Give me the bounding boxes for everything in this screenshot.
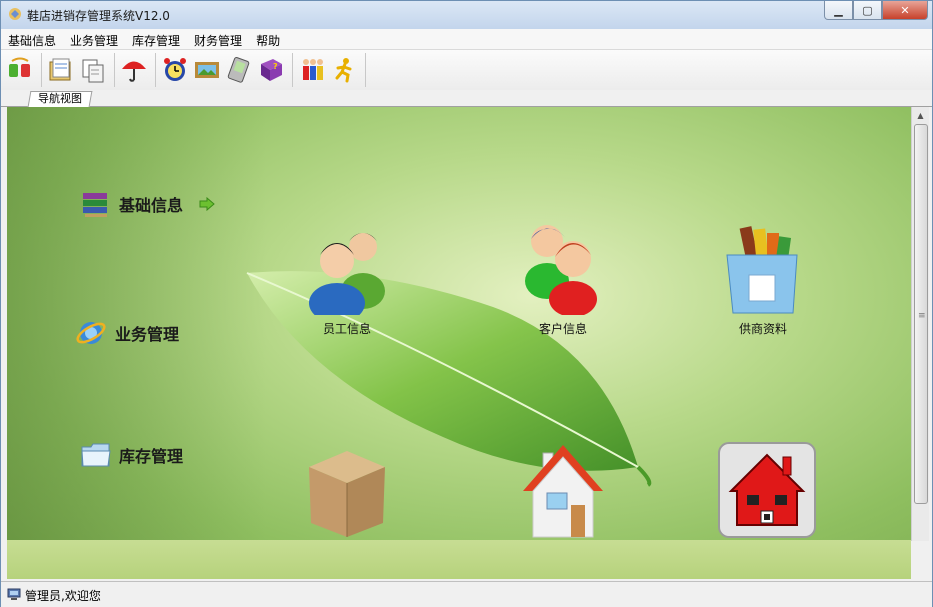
supplier-box-icon — [726, 226, 798, 314]
tab-strip: 导航视图 — [1, 90, 932, 107]
module-stock-box[interactable] — [287, 443, 407, 544]
menu-basic-info[interactable]: 基础信息 — [1, 29, 63, 49]
umbrella-icon — [122, 61, 146, 82]
menu-help[interactable]: 帮助 — [249, 29, 287, 49]
grip-icon: ≡ — [918, 311, 926, 321]
minimize-button[interactable]: ▁ — [824, 1, 853, 20]
toolbar-button-users[interactable] — [297, 53, 327, 87]
nav-item-business[interactable]: 业务管理 — [75, 317, 179, 349]
user-status-icon — [7, 588, 21, 600]
toolbar-button-help[interactable]: ? — [256, 53, 286, 87]
tab-navigation-view[interactable]: 导航视图 — [27, 91, 93, 107]
app-window: 鞋店进销存管理系统V12.0 ▁ ▢ ✕ 基础信息 业务管理 库存管理 财务管理… — [0, 0, 933, 607]
vertical-scrollbar[interactable]: ▲ ≡ — [911, 107, 929, 541]
scroll-up-icon[interactable]: ▲ — [912, 107, 929, 124]
ie-globe-icon — [76, 322, 106, 344]
cardboard-box-icon — [309, 451, 385, 537]
nav-item-label: 基础信息 — [119, 196, 184, 215]
toolbar-separator — [41, 53, 42, 87]
sync-icon — [9, 57, 30, 77]
toolbar-button-alarm[interactable] — [160, 53, 190, 87]
module-label: 员工信息 — [322, 322, 371, 336]
window-title: 鞋店进销存管理系统V12.0 — [27, 9, 170, 23]
module-customers[interactable]: 客户信息 — [503, 219, 623, 337]
running-man-icon — [335, 58, 352, 83]
close-button[interactable]: ✕ — [882, 1, 928, 20]
alarm-clock-icon — [164, 58, 186, 81]
toolbar-button-documents[interactable] — [78, 53, 108, 87]
app-icon — [9, 8, 21, 20]
module-label: 客户信息 — [538, 322, 587, 336]
house-icon — [523, 445, 603, 538]
toolbar-button-exit[interactable] — [329, 53, 359, 87]
menu-finance[interactable]: 财务管理 — [187, 29, 249, 49]
module-employees[interactable]: 员工信息 — [287, 219, 407, 337]
folder-icon — [49, 58, 71, 81]
books-icon — [83, 193, 107, 217]
module-warehouse[interactable] — [503, 439, 623, 544]
documents-icon — [82, 59, 104, 83]
red-house-icon — [718, 442, 816, 538]
nav-item-basic-info[interactable]: 基础信息 — [81, 189, 215, 219]
nav-item-label: 业务管理 — [115, 325, 180, 344]
toolbar-button-pda[interactable] — [224, 53, 254, 87]
navigation-panel: 基础信息 业务管理 库存管理 员工信息 客户信息 供商资料 — [7, 107, 911, 579]
svg-text:?: ? — [273, 62, 278, 71]
status-text: 管理员,欢迎您 — [25, 589, 101, 603]
module-suppliers[interactable]: 供商资料 — [703, 219, 823, 337]
toolbar-separator — [292, 53, 293, 87]
pda-icon — [227, 56, 250, 83]
bottom-band — [7, 540, 911, 579]
toolbar-button-umbrella[interactable] — [119, 53, 149, 87]
toolbar-button-folder[interactable] — [46, 53, 76, 87]
module-red-house[interactable] — [707, 441, 827, 544]
folder-open-icon — [81, 443, 111, 467]
picture-icon — [195, 62, 219, 78]
menu-bar: 基础信息 业务管理 库存管理 财务管理 帮助 — [1, 29, 932, 50]
nav-item-label: 库存管理 — [119, 447, 184, 466]
nav-item-inventory[interactable]: 库存管理 — [81, 441, 183, 469]
module-label: 供商资料 — [738, 322, 787, 336]
toolbar-button-sync[interactable] — [5, 53, 35, 87]
users-icon — [303, 59, 323, 80]
menu-inventory[interactable]: 库存管理 — [125, 29, 187, 49]
customers-icon — [525, 225, 597, 317]
maximize-button[interactable]: ▢ — [853, 1, 882, 20]
arrow-right-icon — [199, 197, 215, 211]
toolbar-separator — [365, 53, 366, 87]
toolbar-separator — [114, 53, 115, 87]
toolbar-button-picture[interactable] — [192, 53, 222, 87]
toolbar-separator — [155, 53, 156, 87]
title-bar[interactable]: 鞋店进销存管理系统V12.0 ▁ ▢ ✕ — [1, 1, 932, 29]
toolbar: ? — [1, 50, 932, 90]
scroll-thumb[interactable]: ≡ — [914, 124, 928, 504]
employees-icon — [309, 233, 385, 323]
status-bar: 管理员,欢迎您 — [1, 581, 932, 607]
window-controls: ▁ ▢ ✕ — [824, 1, 928, 20]
menu-business[interactable]: 业务管理 — [63, 29, 125, 49]
help-book-icon: ? — [261, 59, 282, 81]
tab-label: 导航视图 — [38, 92, 82, 105]
